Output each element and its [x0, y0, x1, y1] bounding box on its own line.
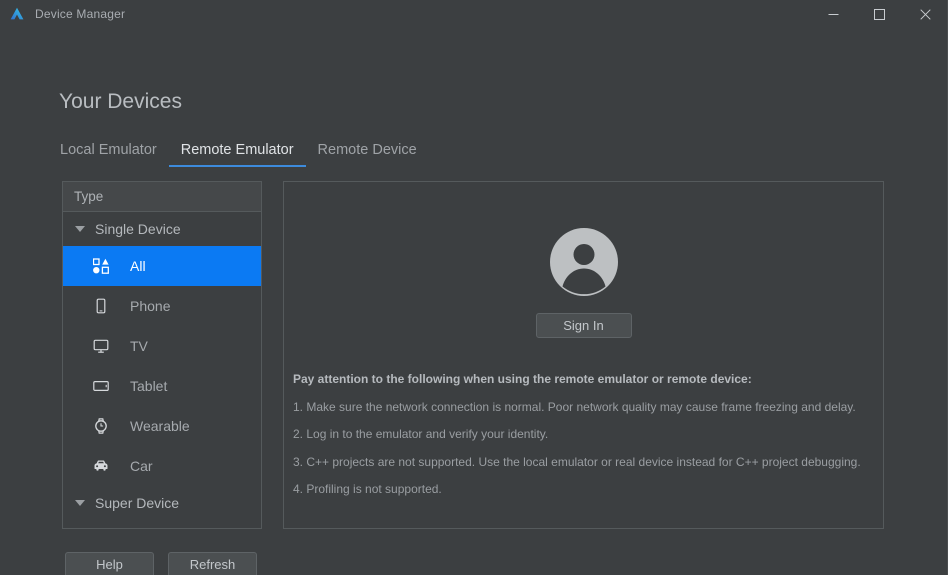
sidebar-item-wearable-label: Wearable — [130, 418, 190, 434]
help-button[interactable]: Help — [65, 552, 154, 575]
tab-bar: Local Emulator Remote Emulator Remote De… — [60, 142, 429, 167]
sidebar-item-tv-label: TV — [130, 338, 148, 354]
page-body: Your Devices Local Emulator Remote Emula… — [0, 28, 948, 575]
group-super-device[interactable]: Super Device — [63, 486, 261, 520]
device-type-list-panel: Type Single Device All Phone TV Tablet W… — [62, 181, 262, 529]
sidebar-item-all[interactable]: All — [63, 246, 261, 286]
tab-remote-emulator[interactable]: Remote Emulator — [168, 142, 306, 167]
chevron-down-icon — [75, 500, 85, 506]
all-devices-icon — [91, 256, 111, 276]
sidebar-item-car-label: Car — [130, 458, 153, 474]
sidebar-item-car[interactable]: Car — [63, 446, 261, 486]
wearable-icon — [91, 416, 111, 436]
sidebar-item-phone[interactable]: Phone — [63, 286, 261, 326]
group-super-device-label: Super Device — [95, 495, 180, 511]
sidebar-item-tv[interactable]: TV — [63, 326, 261, 366]
notice-item-4: 4. Profiling is not supported. — [293, 482, 442, 497]
window-controls — [810, 0, 948, 28]
list-header-type: Type — [63, 182, 261, 212]
sidebar-item-all-label: All — [130, 258, 146, 274]
deveco-logo-icon — [9, 6, 25, 22]
tab-local-emulator[interactable]: Local Emulator — [60, 142, 169, 167]
group-single-device[interactable]: Single Device — [63, 212, 261, 246]
footer-buttons: Help Refresh — [65, 552, 257, 575]
notice-item-1: 1. Make sure the network connection is n… — [293, 400, 856, 414]
minimize-icon[interactable] — [810, 0, 856, 28]
device-type-list: Single Device All Phone TV Tablet Wearab… — [63, 212, 261, 528]
close-icon[interactable] — [902, 0, 948, 28]
tablet-icon — [91, 376, 111, 396]
user-avatar-icon — [549, 228, 618, 301]
remote-emulator-panel: Sign In Pay attention to the following w… — [283, 181, 884, 529]
chevron-down-icon — [75, 226, 85, 232]
sidebar-item-tablet-label: Tablet — [130, 378, 168, 394]
phone-icon — [91, 296, 111, 316]
maximize-icon[interactable] — [856, 0, 902, 28]
notice-item-3: 3. C++ projects are not supported. Use t… — [293, 454, 861, 469]
notice-title: Pay attention to the following when usin… — [293, 372, 752, 386]
avatar-container — [284, 228, 883, 301]
refresh-button[interactable]: Refresh — [168, 552, 257, 575]
sign-in-button[interactable]: Sign In — [535, 313, 632, 338]
group-single-device-label: Single Device — [95, 221, 181, 237]
sidebar-item-phone-label: Phone — [130, 298, 171, 314]
sidebar-item-tablet[interactable]: Tablet — [63, 366, 261, 406]
car-icon — [91, 456, 111, 476]
notice-block: Pay attention to the following when usin… — [293, 372, 873, 497]
tab-remote-device[interactable]: Remote Device — [306, 142, 429, 167]
tv-icon — [91, 336, 111, 356]
signin-container: Sign In — [284, 313, 883, 338]
notice-item-2: 2. Log in to the emulator and verify you… — [293, 427, 549, 442]
page-title: Your Devices — [59, 90, 182, 113]
window-title: Device Manager — [35, 7, 126, 21]
sidebar-item-wearable[interactable]: Wearable — [63, 406, 261, 446]
window-titlebar: Device Manager — [0, 0, 948, 28]
